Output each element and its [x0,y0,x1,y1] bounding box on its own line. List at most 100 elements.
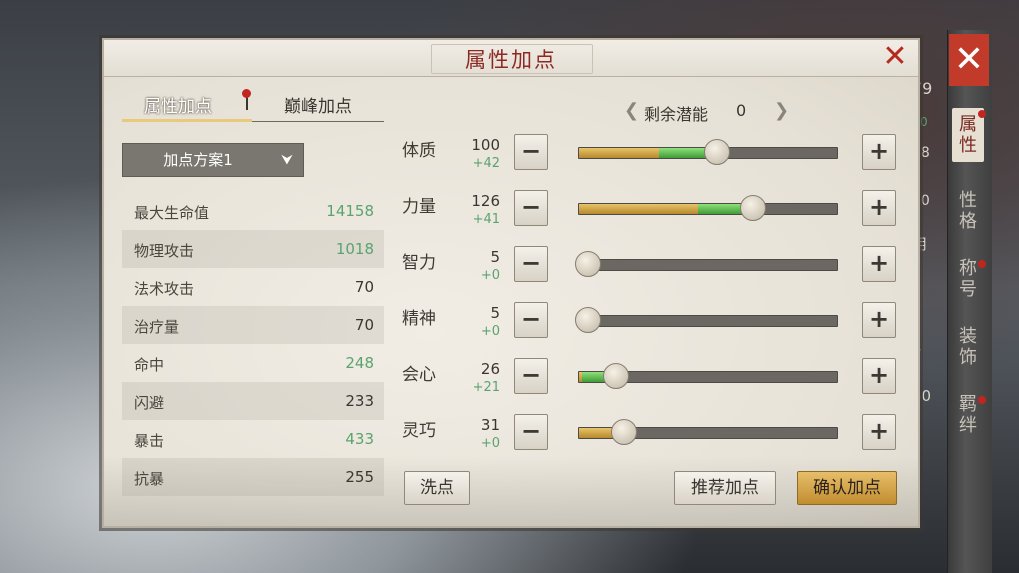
decrease-button[interactable]: − [514,134,548,170]
slider-knob[interactable] [603,363,630,389]
attribute-added: +21 [472,380,500,395]
stat-value: 70 [354,278,374,296]
decrease-button[interactable]: − [514,414,548,450]
attribute-value: 126 [471,192,500,210]
tab-peak-points[interactable]: 巅峰加点 [284,92,352,117]
stat-value: 233 [345,392,374,410]
attribute-name: 智力 [402,253,436,273]
decrease-button[interactable]: − [514,190,548,226]
stats-list: 最大生命值 14158 物理攻击 1018 法术攻击 70 治疗量 70 命中 248 闪避 233 暴… [122,192,384,496]
side-tab-label: 羁绊 [959,394,977,436]
stat-row: 法术攻击 70 [122,268,384,306]
decrease-button[interactable]: − [514,358,548,394]
attribute-slider[interactable] [578,419,838,445]
tab-attribute-points[interactable]: 属性加点 [144,92,212,117]
slider-knob[interactable] [739,195,766,221]
confirm-points-button[interactable]: 确认加点 [797,471,897,505]
notification-dot-icon [978,110,986,118]
side-tab-title[interactable]: 称号 [952,258,986,300]
attribute-added: +0 [480,268,500,283]
attribute-slider[interactable] [578,363,838,389]
close-icon[interactable]: ✕ [880,42,910,72]
stat-name: 治疗量 [134,318,180,336]
stat-value: 255 [345,468,374,486]
stat-name: 法术攻击 [134,280,195,298]
slider-knob[interactable] [610,419,637,445]
plan-dropdown-value: 加点方案1 [163,151,233,169]
stat-row: 暴击 433 [122,420,384,458]
stat-name: 物理攻击 [134,242,195,260]
attribute-added: +42 [472,156,500,171]
attribute-value: 5 [490,248,500,266]
tab-marker [246,96,248,110]
attribute-slider[interactable] [575,307,838,333]
stat-name: 命中 [134,356,165,374]
attribute-row: 灵巧 31 +0− + [402,412,902,452]
recommend-points-button[interactable]: 推荐加点 [674,471,776,505]
side-number: 0 [920,115,928,129]
side-tab-label: 称号 [959,258,977,300]
side-tab-label: 性格 [959,190,977,232]
stat-value: 433 [345,430,374,448]
potential-value: 0 [736,101,747,120]
increase-button[interactable]: + [862,190,896,226]
stat-row: 闪避 233 [122,382,384,420]
increase-button[interactable]: + [862,134,896,170]
decrease-button[interactable]: − [514,302,548,338]
attribute-row: 会心 26 +21− + [402,356,902,396]
stat-row: 最大生命值 14158 [122,192,384,230]
attribute-row: 力量 126 +41− + [402,188,902,228]
attribute-row: 精神 5 +0− + [402,300,902,340]
slider-base-fill [579,204,698,214]
side-close-icon[interactable]: ✕ [949,34,989,86]
plan-dropdown[interactable]: 加点方案1 ⮟ [122,143,304,177]
attribute-name: 精神 [402,309,436,329]
panel-title: 属性加点 [465,48,557,72]
attribute-row: 体质 100 +42− + [402,132,902,172]
stat-value: 248 [345,354,374,372]
increase-button[interactable]: + [862,246,896,282]
decrease-button[interactable]: − [514,246,548,282]
attribute-value: 31 [480,416,500,434]
chevron-down-icon: ⮟ [281,152,293,168]
attribute-slider[interactable] [578,139,838,165]
side-tab-attributes[interactable]: 属性 [952,108,986,162]
attribute-added: +0 [480,436,500,451]
attribute-name: 力量 [402,197,436,217]
notification-dot-icon [978,260,986,268]
attribute-name: 会心 [402,365,436,385]
side-tab-bond[interactable]: 羁绊 [952,394,986,436]
stat-name: 暴击 [134,432,165,450]
slider-base-fill [579,148,659,158]
stat-value: 14158 [326,202,374,220]
attribute-value: 100 [471,136,500,154]
side-tab-personality[interactable]: 性格 [952,190,984,232]
slider-knob[interactable] [703,139,730,165]
stat-name: 抗暴 [134,470,165,488]
attribute-added: +41 [472,212,500,227]
increase-button[interactable]: + [862,302,896,338]
reset-points-button[interactable]: 洗点 [404,471,470,505]
side-tab-label: 装饰 [959,326,977,368]
attribute-value: 26 [480,360,500,378]
stat-row: 治疗量 70 [122,306,384,344]
ornament-right-icon: ❯ [774,100,790,121]
attribute-row: 智力 5 +0− + [402,244,902,284]
stat-name: 最大生命值 [134,204,210,222]
increase-button[interactable]: + [862,358,896,394]
attribute-value: 5 [490,304,500,322]
stat-value: 70 [354,316,374,334]
slider-knob[interactable] [575,307,601,333]
attribute-added: +0 [480,324,500,339]
stat-name: 闪避 [134,394,165,412]
attribute-name: 灵巧 [402,421,436,441]
attribute-name: 体质 [402,141,436,161]
attribute-slider[interactable] [575,251,838,277]
stat-row: 物理攻击 1018 [122,230,384,268]
ornament-left-icon: ❮ [624,100,640,121]
slider-knob[interactable] [575,251,601,277]
active-tab-indicator [122,119,252,122]
increase-button[interactable]: + [862,414,896,450]
attribute-slider[interactable] [578,195,838,221]
side-tab-decoration[interactable]: 装饰 [952,326,984,368]
